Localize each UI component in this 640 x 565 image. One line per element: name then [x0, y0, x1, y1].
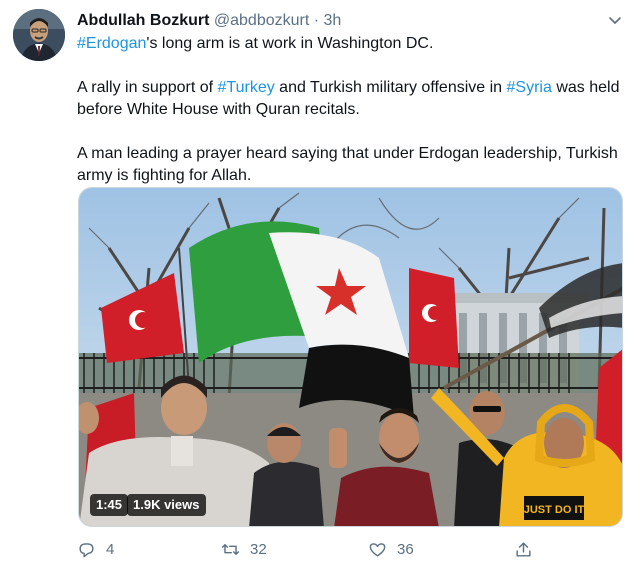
hashtag-erdogan[interactable]: #Erdogan [77, 35, 146, 52]
reply-icon [79, 542, 94, 557]
reply-button[interactable]: 4 [77, 537, 114, 561]
video-player[interactable]: JUST DO IT 1:45 1.9K views [78, 187, 623, 527]
like-count: 36 [397, 540, 414, 558]
avatar-image [13, 9, 65, 61]
video-thumbnail: JUST DO IT [79, 188, 622, 526]
tweet-paragraph: #Erdogan's long arm is at work in Washin… [77, 33, 625, 55]
retweet-icon [221, 543, 240, 555]
share-button[interactable] [514, 537, 543, 561]
separator-dot: · [313, 12, 320, 29]
like-icon [369, 542, 386, 557]
like-button[interactable]: 36 [368, 537, 414, 561]
text-run: A rally in support of [77, 79, 218, 96]
handle[interactable]: @abdbozkurt [214, 12, 309, 29]
share-icon [516, 541, 531, 557]
shirt-text: JUST DO IT [524, 504, 585, 516]
reply-count: 4 [106, 540, 115, 558]
tweet-text: #Erdogan's long arm is at work in Washin… [77, 33, 625, 187]
text-run: and Turkish military offensive in [274, 79, 507, 96]
tweet-header: Abdullah Bozkurt @abdbozkurt · 3h [77, 11, 341, 31]
timestamp[interactable]: 3h [324, 12, 342, 29]
retweet-count: 32 [250, 540, 267, 558]
tweet-paragraph: A rally in support of #Turkey and Turkis… [77, 77, 625, 121]
tweet-paragraph: A man leading a prayer heard saying that… [77, 143, 625, 187]
video-duration: 1:45 [90, 494, 129, 516]
tweet-actions: 4 32 36 [77, 537, 625, 561]
hashtag-turkey[interactable]: #Turkey [218, 79, 275, 96]
video-views: 1.9K views [127, 494, 206, 516]
text-run: A man leading a prayer heard saying that… [77, 145, 618, 184]
tweet[interactable]: Abdullah Bozkurt @abdbozkurt · 3h #Erdog… [0, 0, 640, 565]
hashtag-syria[interactable]: #Syria [507, 79, 552, 96]
avatar[interactable] [13, 9, 65, 61]
display-name[interactable]: Abdullah Bozkurt [77, 12, 209, 29]
retweet-button[interactable]: 32 [221, 537, 267, 561]
chevron-down-icon[interactable] [607, 12, 623, 28]
text-run: 's long arm is at work in Washington DC. [146, 35, 434, 52]
